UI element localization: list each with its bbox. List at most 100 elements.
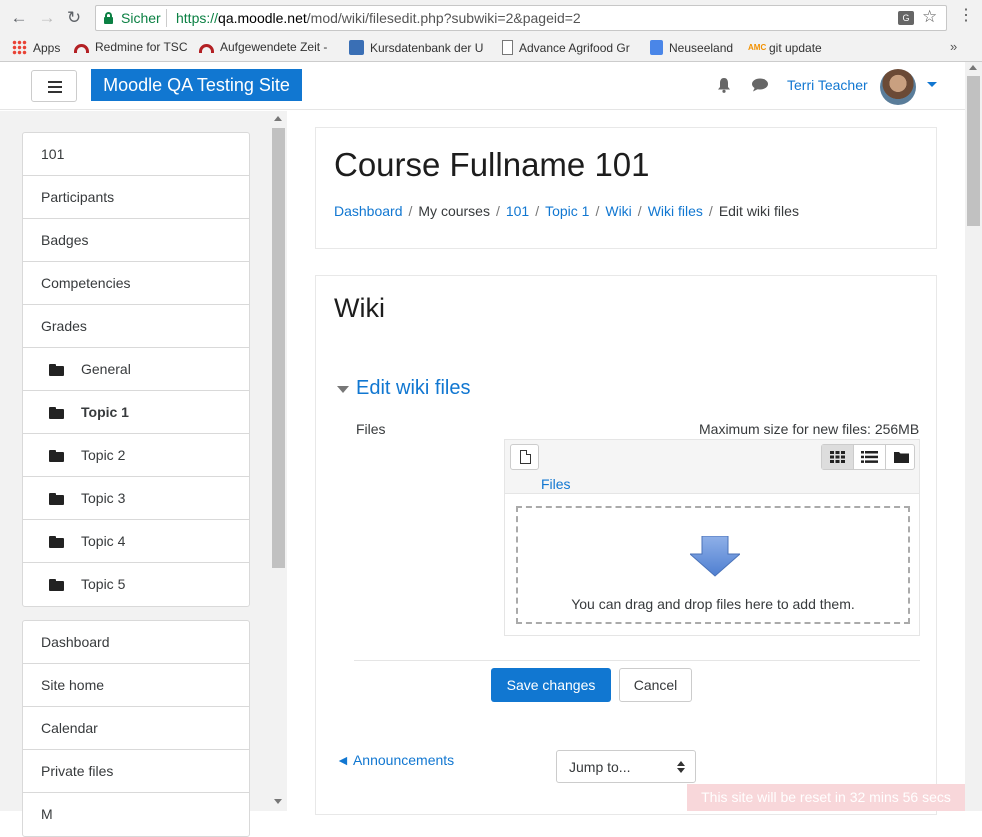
drawer-item-dashboard[interactable]: Dashboard [23,621,249,664]
user-name[interactable]: Terri Teacher [787,77,868,93]
bookmark-label: git update [769,40,822,55]
drawer-item-label: General [81,361,131,377]
drawer-item-calendar[interactable]: Calendar [23,707,249,750]
drawer-item-topic-1[interactable]: Topic 1 [23,391,249,434]
form-divider [354,660,920,661]
folder-icon [49,493,64,505]
bookmark-advance-agrifood[interactable]: Advance Agrifood Gr [502,40,630,55]
drawer-scrollbar[interactable] [270,111,287,811]
add-file-button[interactable] [510,444,539,470]
url-text[interactable]: https://qa.moodle.net/mod/wiki/filesedit… [176,10,581,26]
reload-icon[interactable]: ↻ [64,8,84,28]
browser-menu-icon[interactable]: ⋮ [958,8,974,24]
bookmark-label: Apps [33,40,61,55]
notifications-bell-icon[interactable] [716,77,732,93]
page-title: Course Fullname 101 [334,146,650,183]
drawer-item-private-files[interactable]: Private files [23,750,249,793]
view-tree-button[interactable] [886,445,917,469]
folder-icon [49,407,64,419]
site-name-link[interactable]: Moodle QA Testing Site [91,69,302,101]
url-separator [166,9,167,27]
bookmark-label: Redmine for TSC [95,40,188,54]
page-icon [502,40,513,55]
forward-icon[interactable]: → [37,8,57,28]
breadcrumb-topic-1[interactable]: Topic 1 [545,203,589,219]
cancel-button[interactable]: Cancel [619,668,692,702]
section-legend[interactable]: Edit wiki files [356,377,470,400]
browser-chrome: ← → ↻ Sicher https://qa.moodle.net/mod/w… [0,0,982,62]
site-nav-list: Dashboard Site home Calendar Private fil… [22,620,250,837]
site-navbar: Moodle QA Testing Site Terri Teacher [0,62,965,110]
address-bar[interactable]: Sicher https://qa.moodle.net/mod/wiki/fi… [95,5,947,31]
view-icons-button[interactable] [822,445,854,469]
breadcrumb-my-courses: My courses [418,203,490,219]
reset-notice: This site will be reset in 32 mins 56 se… [687,784,965,811]
scroll-up-arrow-icon[interactable] [274,116,282,121]
jump-to-select[interactable]: Jump to... [556,750,696,783]
save-changes-button[interactable]: Save changes [491,668,611,702]
previous-activity-link[interactable]: ◄ Announcements [336,752,454,768]
breadcrumb-wiki[interactable]: Wiki [605,203,631,219]
bookmark-apps[interactable]: Apps [12,40,60,55]
file-path-link[interactable]: Files [541,476,571,492]
lock-icon [104,12,113,24]
drawer-item-101[interactable]: 101 [23,133,249,176]
drawer-scrollbar-thumb[interactable] [272,128,285,568]
scroll-down-arrow-icon[interactable] [274,799,282,804]
scroll-up-arrow-icon[interactable] [969,65,977,70]
drawer-item-site-home[interactable]: Site home [23,664,249,707]
drawer-item-badges[interactable]: Badges [23,219,249,262]
user-menu-caret-icon[interactable] [927,82,937,87]
drawer-item-topic-3[interactable]: Topic 3 [23,477,249,520]
avatar[interactable] [880,69,916,105]
files-field-label: Files [356,421,386,437]
breadcrumb-dashboard[interactable]: Dashboard [334,203,403,219]
bookmark-kursdatenbank[interactable]: Kursdatenbank der U [349,40,483,55]
drawer-item-partial[interactable]: M [23,793,249,836]
bookmark-label: Advance Agrifood Gr [519,40,630,55]
drawer-item-topic-5[interactable]: Topic 5 [23,563,249,606]
drawer-item-topic-4[interactable]: Topic 4 [23,520,249,563]
drawer-item-label: Topic 5 [81,576,126,592]
url-path: /mod/wiki/filesedit.php?subwiki=2&pageid… [306,10,581,26]
page-scrollbar-thumb[interactable] [967,76,980,226]
bookmark-aufgewendete-zeit[interactable]: Aufgewendete Zeit - [199,40,327,54]
file-drop-zone[interactable]: You can drag and drop files here to add … [516,506,910,624]
url-scheme: https:// [176,10,219,26]
bookmark-star-icon[interactable]: ☆ [922,7,937,27]
main-content: Wiki Edit wiki files Files Maximum size … [315,275,937,815]
breadcrumb-101[interactable]: 101 [506,203,529,219]
page-header: Course Fullname 101 Dashboard / My courses… [315,127,937,249]
bookmark-redmine-tsc[interactable]: Redmine for TSC [74,40,187,54]
page-scrollbar[interactable] [965,62,982,811]
drawer-item-label: 101 [41,146,65,162]
globe-icon [349,40,364,55]
drawer-item-label: M [41,806,53,822]
drawer-item-topic-2[interactable]: Topic 2 [23,434,249,477]
bookmark-neuseeland[interactable]: Neuseeland [650,40,733,55]
breadcrumb-separator: / [495,203,500,219]
drawer-item-competencies[interactable]: Competencies [23,262,249,305]
drawer-item-label: Badges [41,232,89,248]
breadcrumb-wiki-files[interactable]: Wiki files [648,203,703,219]
drawer-toggle-button[interactable] [31,70,77,102]
bookmark-label: Neuseeland [669,40,734,55]
translate-icon[interactable]: G [898,11,914,25]
breadcrumb-current: Edit wiki files [718,203,799,219]
url-host: qa.moodle.net [218,10,307,26]
activity-title: Wiki [334,293,385,323]
back-icon[interactable]: ← [9,8,29,28]
drawer-item-general[interactable]: General [23,348,249,391]
drawer-item-participants[interactable]: Participants [23,176,249,219]
drawer-item-grades[interactable]: Grades [23,305,249,348]
folder-icon [49,579,64,591]
redmine-icon [199,44,214,53]
bookmarks-overflow-icon[interactable]: » [950,39,957,54]
collapse-caret-icon[interactable] [337,386,349,393]
view-list-button[interactable] [854,445,886,469]
breadcrumb: Dashboard / My courses / 101 / Topic 1 / Wiki / Wi… [334,203,799,219]
bookmark-git-update[interactable]: AMC git update [748,40,822,55]
apps-grid-icon [12,40,27,55]
folder-icon [894,452,909,463]
messages-chat-icon[interactable] [751,78,769,92]
